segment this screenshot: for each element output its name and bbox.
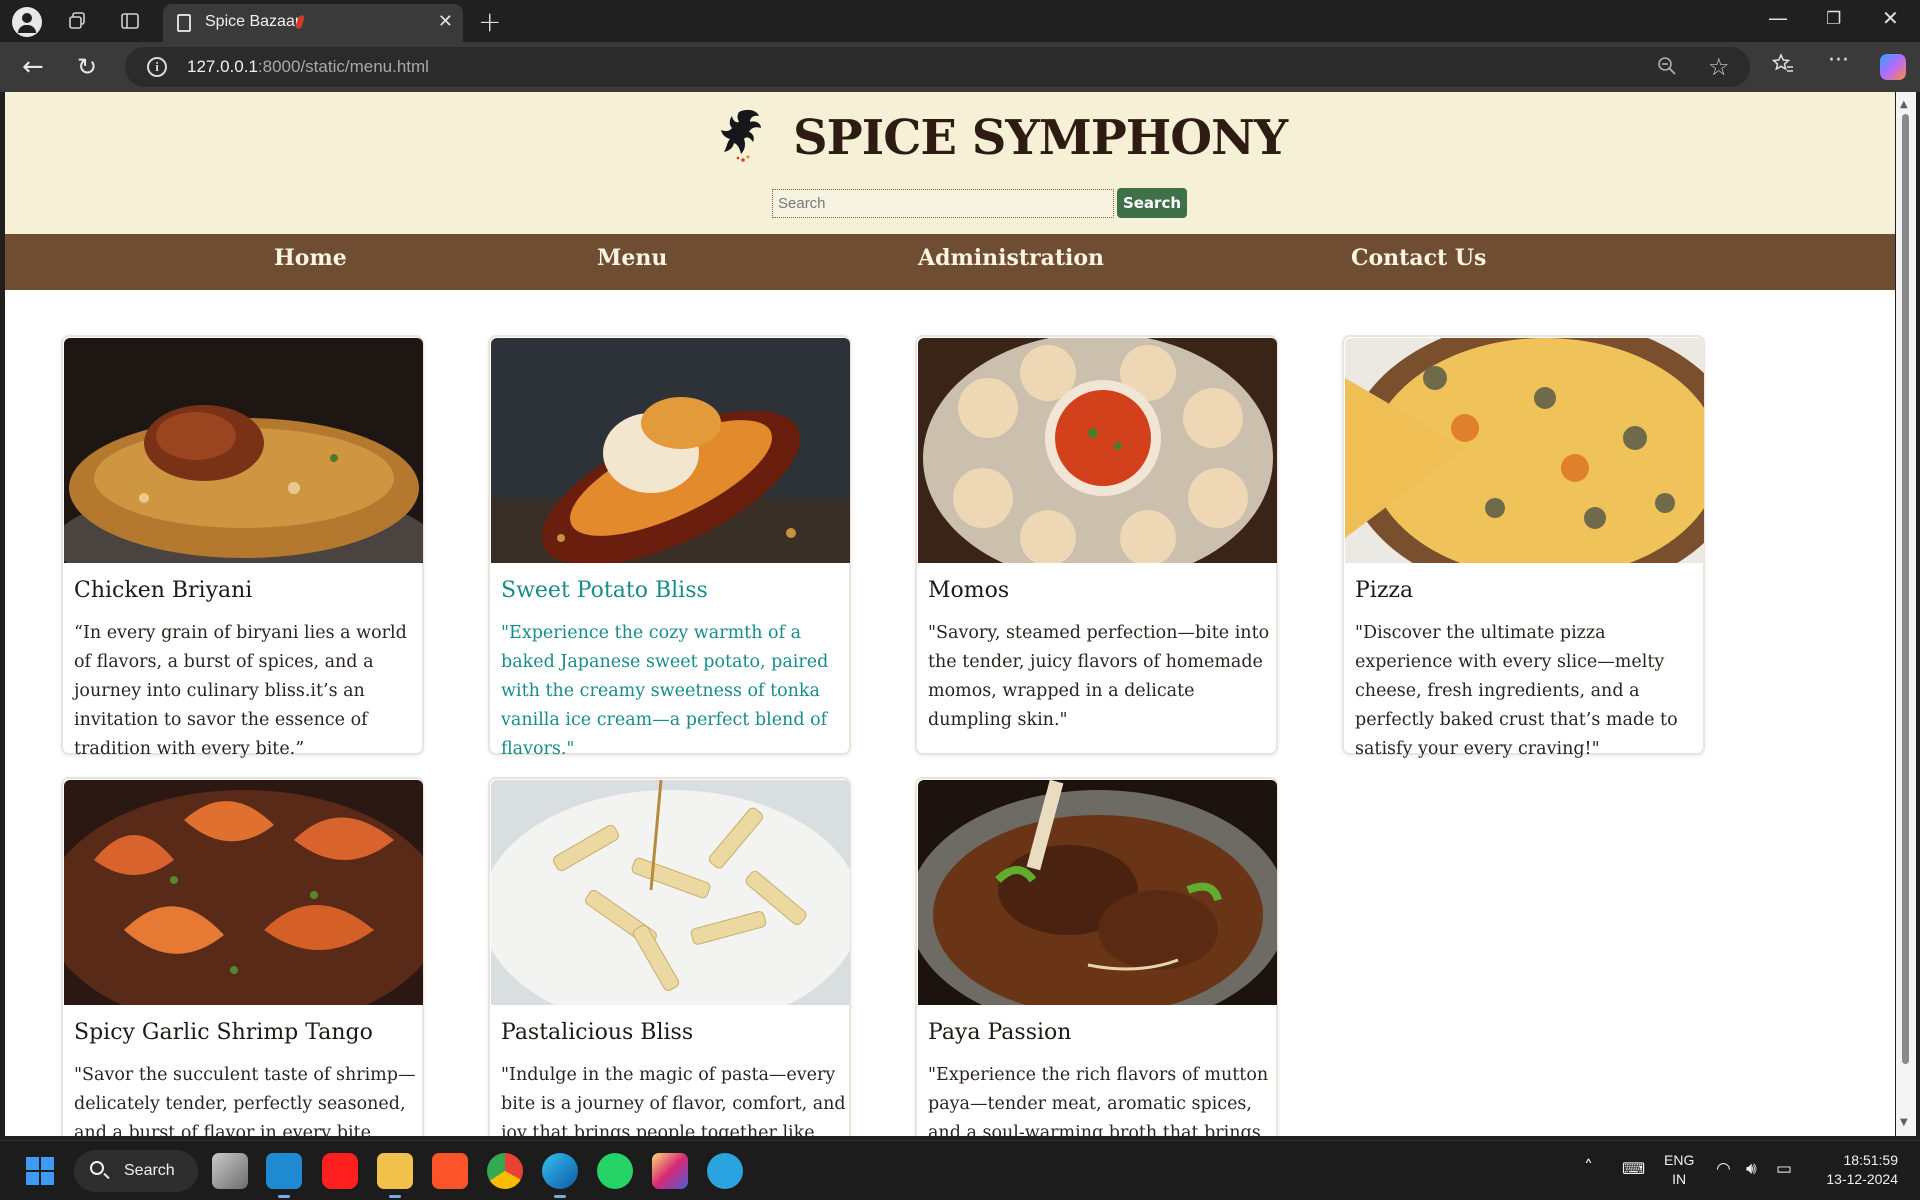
pasta-image	[491, 780, 850, 1005]
volume-icon[interactable]: 🔊︎	[1746, 1159, 1757, 1179]
nav-administration[interactable]: Administration	[918, 245, 1104, 271]
taskbar-search-label: Search	[124, 1162, 175, 1179]
new-tab-icon[interactable]: +	[478, 5, 501, 38]
card-description: “In every grain of biryani lies a world …	[74, 623, 407, 759]
vertical-tabs-icon[interactable]	[116, 8, 144, 34]
card-description: "Indulge in the magic of pasta—every bit…	[501, 1065, 846, 1136]
search-button[interactable]: Search	[1117, 188, 1187, 218]
page-icon	[177, 14, 191, 32]
workspaces-icon[interactable]	[63, 8, 91, 34]
page-viewport: SPICE SYMPHONY Search Search Home Menu A…	[5, 92, 1895, 1136]
file-explorer-icon[interactable]	[377, 1153, 413, 1198]
card-title[interactable]: Sweet Potato Bliss	[501, 578, 708, 603]
show-hidden-icons-chevron-icon[interactable]: ˄	[1584, 1157, 1593, 1178]
youtube-icon[interactable]	[322, 1153, 358, 1189]
address-bar[interactable]: i 127.0.0.1:8000/static/menu.html ☆	[125, 47, 1750, 87]
close-tab-icon[interactable]: ✕	[438, 11, 453, 32]
keyboard-icon[interactable]: ⌨	[1622, 1159, 1645, 1178]
address-toolbar: ← ↻ i 127.0.0.1:8000/static/menu.html ☆ …	[0, 42, 1920, 92]
nav-contact-us[interactable]: Contact Us	[1351, 245, 1486, 271]
more-options-icon[interactable]: ···	[1828, 48, 1849, 73]
spice-logo-icon	[721, 109, 761, 162]
clock-date: 13-12-2024	[1826, 1171, 1898, 1187]
sweet-potato-bliss-image	[491, 338, 850, 563]
chrome-icon[interactable]	[487, 1153, 523, 1189]
menu-card-spicy-garlic-shrimp-tango[interactable]: Spicy Garlic Shrimp Tango "Savor the suc…	[61, 777, 424, 1136]
back-arrow-icon[interactable]: ←	[22, 52, 44, 82]
card-title[interactable]: Paya Passion	[928, 1020, 1071, 1045]
taskbar-search[interactable]: Search	[74, 1150, 198, 1192]
search-input[interactable]: Search	[772, 189, 1114, 218]
card-description: "Discover the ultimate pizza experience …	[1355, 623, 1678, 759]
shrimp-image	[64, 780, 423, 1005]
main-nav: Home Menu Administration Contact Us	[5, 234, 1895, 290]
site-title: SPICE SYMPHONY	[793, 110, 1288, 166]
menu-card-paya-passion[interactable]: Paya Passion "Experience the rich flavor…	[915, 777, 1278, 1136]
telegram-icon[interactable]	[707, 1153, 743, 1189]
scroll-up-arrow-icon[interactable]: ▲	[1900, 99, 1908, 110]
instagram-icon[interactable]	[652, 1153, 688, 1189]
profile-avatar-icon[interactable]	[12, 7, 42, 37]
card-description: "Experience the rich flavors of mutton p…	[928, 1065, 1269, 1136]
input-language[interactable]: ENG IN	[1664, 1151, 1694, 1189]
favorite-star-icon[interactable]: ☆	[1708, 53, 1730, 81]
copilot-icon[interactable]	[1880, 54, 1906, 80]
language-code: ENG	[1664, 1152, 1695, 1168]
region-code: IN	[1672, 1171, 1687, 1187]
close-window-icon[interactable]: ✕	[1882, 6, 1899, 30]
site-info-icon[interactable]: i	[147, 57, 167, 77]
menu-card-pastalicious-bliss[interactable]: Pastalicious Bliss "Indulge in the magic…	[488, 777, 851, 1136]
nav-menu[interactable]: Menu	[597, 245, 667, 271]
card-title[interactable]: Chicken Briyani	[74, 578, 252, 603]
windows-start-icon[interactable]	[26, 1157, 54, 1185]
scroll-down-arrow-icon[interactable]: ▼	[1900, 1117, 1908, 1128]
minimize-icon[interactable]: —	[1768, 6, 1788, 30]
card-title[interactable]: Momos	[928, 578, 1009, 603]
menu-card-chicken-briyani[interactable]: Chicken Briyani “In every grain of birya…	[61, 335, 424, 759]
pizza-image	[1345, 338, 1704, 563]
vscode-icon[interactable]	[266, 1153, 302, 1198]
paya-image	[918, 780, 1277, 1005]
search-icon	[90, 1161, 104, 1175]
card-description: "Experience the cozy warmth of a baked J…	[501, 623, 829, 759]
card-description: "Savory, steamed perfection—bite into th…	[928, 623, 1270, 730]
whatsapp-icon[interactable]	[597, 1153, 633, 1189]
card-title[interactable]: Pastalicious Bliss	[501, 1020, 693, 1045]
page-scrollbar[interactable]: ▲ ▼	[1896, 92, 1916, 1136]
scroll-thumb[interactable]	[1902, 114, 1909, 1064]
brave-icon[interactable]	[432, 1153, 468, 1189]
browser-tab-bar: Spice Bazaar ✕ + — ❐ ✕	[0, 0, 1920, 42]
menu-card-momos[interactable]: Momos "Savory, steamed perfection—bite i…	[915, 335, 1278, 755]
taskbar: Search ˄ ⌨ ENG IN ◠ 🔊︎ ▭ 18:51:59 13-12-…	[0, 1140, 1920, 1200]
card-title[interactable]: Spicy Garlic Shrimp Tango	[74, 1020, 373, 1045]
clock-time: 18:51:59	[1843, 1152, 1899, 1168]
tab-spice-bazaar[interactable]: Spice Bazaar ✕	[163, 4, 463, 42]
menu-card-sweet-potato-bliss[interactable]: Sweet Potato Bliss "Experience the cozy …	[488, 335, 851, 759]
chicken-briyani-image	[64, 338, 423, 563]
system-clock[interactable]: 18:51:59 13-12-2024	[1818, 1151, 1898, 1189]
momos-image	[918, 338, 1277, 563]
restore-icon[interactable]: ❐	[1826, 9, 1841, 29]
tab-title: Spice Bazaar	[205, 13, 301, 30]
url-text[interactable]: 127.0.0.1:8000/static/menu.html	[187, 57, 429, 77]
task-view-icon[interactable]	[212, 1153, 248, 1189]
card-description: "Savor the succulent taste of shrimp—del…	[74, 1065, 416, 1136]
zoom-out-icon[interactable]	[1657, 56, 1677, 81]
nav-home[interactable]: Home	[274, 245, 347, 271]
edge-icon[interactable]	[542, 1153, 578, 1198]
card-title[interactable]: Pizza	[1355, 578, 1413, 603]
site-header: SPICE SYMPHONY Search Search	[5, 92, 1895, 234]
favorites-icon[interactable]	[1771, 53, 1794, 81]
wifi-icon[interactable]: ◠	[1716, 1159, 1731, 1179]
refresh-icon[interactable]: ↻	[77, 53, 97, 81]
menu-card-pizza[interactable]: Pizza "Discover the ultimate pizza exper…	[1342, 335, 1705, 759]
battery-icon[interactable]: ▭	[1776, 1159, 1792, 1179]
